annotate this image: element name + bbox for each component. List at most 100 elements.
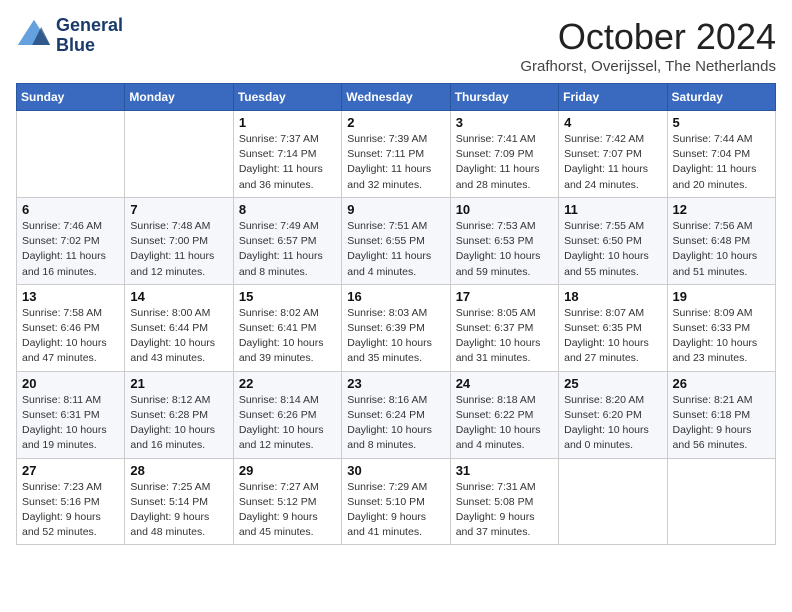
day-number: 12	[673, 202, 770, 217]
day-info: Sunrise: 8:05 AMSunset: 6:37 PMDaylight:…	[456, 306, 553, 367]
logo-icon	[16, 18, 52, 54]
day-number: 18	[564, 289, 661, 304]
day-cell: 1Sunrise: 7:37 AMSunset: 7:14 PMDaylight…	[233, 111, 341, 198]
day-info: Sunrise: 7:53 AMSunset: 6:53 PMDaylight:…	[456, 219, 553, 280]
day-info: Sunrise: 8:14 AMSunset: 6:26 PMDaylight:…	[239, 393, 336, 454]
day-cell: 27 Sunrise: 7:23 AMSunset: 5:16 PMDayligh…	[17, 458, 125, 545]
day-cell: 18 Sunrise: 8:07 AMSunset: 6:35 PMDayligh…	[559, 284, 667, 371]
header-cell-friday: Friday	[559, 84, 667, 111]
calendar-body: 1Sunrise: 7:37 AMSunset: 7:14 PMDaylight…	[17, 111, 776, 545]
day-info: Sunrise: 7:48 AMSunset: 7:00 PMDaylight:…	[130, 219, 227, 280]
day-info: Sunrise: 8:21 AMSunset: 6:18 PMDaylight:…	[673, 393, 770, 454]
day-cell: 24 Sunrise: 8:18 AMSunset: 6:22 PMDayligh…	[450, 371, 558, 458]
day-cell: 4Sunrise: 7:42 AMSunset: 7:07 PMDaylight…	[559, 111, 667, 198]
day-number: 3	[456, 115, 553, 130]
title-block: October 2024 Grafhorst, Overijssel, The …	[520, 16, 776, 75]
day-info: Sunrise: 8:00 AMSunset: 6:44 PMDaylight:…	[130, 306, 227, 367]
day-info: Sunrise: 7:31 AMSunset: 5:08 PMDaylight:…	[456, 480, 553, 541]
header-cell-wednesday: Wednesday	[342, 84, 450, 111]
day-cell: 14 Sunrise: 8:00 AMSunset: 6:44 PMDayligh…	[125, 284, 233, 371]
day-info: Sunrise: 7:27 AMSunset: 5:12 PMDaylight:…	[239, 480, 336, 541]
day-cell: 17Sunrise: 8:05 AMSunset: 6:37 PMDayligh…	[450, 284, 558, 371]
day-cell: 5 Sunrise: 7:44 AMSunset: 7:04 PMDaylight…	[667, 111, 775, 198]
week-row-5: 27 Sunrise: 7:23 AMSunset: 5:16 PMDayligh…	[17, 458, 776, 545]
day-number: 30	[347, 463, 444, 478]
day-cell: 10 Sunrise: 7:53 AMSunset: 6:53 PMDayligh…	[450, 197, 558, 284]
day-info: Sunrise: 7:25 AMSunset: 5:14 PMDaylight:…	[130, 480, 227, 541]
day-info: Sunrise: 7:37 AMSunset: 7:14 PMDaylight:…	[239, 132, 336, 193]
day-cell: 29 Sunrise: 7:27 AMSunset: 5:12 PMDayligh…	[233, 458, 341, 545]
day-cell	[559, 458, 667, 545]
day-cell: 16 Sunrise: 8:03 AMSunset: 6:39 PMDayligh…	[342, 284, 450, 371]
location: Grafhorst, Overijssel, The Netherlands	[520, 58, 776, 75]
day-number: 25	[564, 376, 661, 391]
day-info: Sunrise: 8:18 AMSunset: 6:22 PMDaylight:…	[456, 393, 553, 454]
day-number: 16	[347, 289, 444, 304]
week-row-2: 6 Sunrise: 7:46 AMSunset: 7:02 PMDaylight…	[17, 197, 776, 284]
day-info: Sunrise: 7:41 AMSunset: 7:09 PMDaylight:…	[456, 132, 553, 193]
day-number: 8	[239, 202, 336, 217]
day-number: 6	[22, 202, 119, 217]
day-info: Sunrise: 8:09 AMSunset: 6:33 PMDaylight:…	[673, 306, 770, 367]
day-info: Sunrise: 8:07 AMSunset: 6:35 PMDaylight:…	[564, 306, 661, 367]
day-number: 21	[130, 376, 227, 391]
day-cell: 21 Sunrise: 8:12 AMSunset: 6:28 PMDayligh…	[125, 371, 233, 458]
day-cell: 19 Sunrise: 8:09 AMSunset: 6:33 PMDayligh…	[667, 284, 775, 371]
week-row-1: 1Sunrise: 7:37 AMSunset: 7:14 PMDaylight…	[17, 111, 776, 198]
day-number: 27	[22, 463, 119, 478]
day-number: 19	[673, 289, 770, 304]
day-info: Sunrise: 8:20 AMSunset: 6:20 PMDaylight:…	[564, 393, 661, 454]
day-info: Sunrise: 7:23 AMSunset: 5:16 PMDaylight:…	[22, 480, 119, 541]
logo-line1: General	[56, 16, 123, 36]
day-cell: 2 Sunrise: 7:39 AMSunset: 7:11 PMDaylight…	[342, 111, 450, 198]
day-info: Sunrise: 7:49 AMSunset: 6:57 PMDaylight:…	[239, 219, 336, 280]
day-info: Sunrise: 7:46 AMSunset: 7:02 PMDaylight:…	[22, 219, 119, 280]
day-cell: 28 Sunrise: 7:25 AMSunset: 5:14 PMDayligh…	[125, 458, 233, 545]
header-cell-thursday: Thursday	[450, 84, 558, 111]
day-info: Sunrise: 7:29 AMSunset: 5:10 PMDaylight:…	[347, 480, 444, 541]
day-number: 9	[347, 202, 444, 217]
day-number: 14	[130, 289, 227, 304]
day-number: 13	[22, 289, 119, 304]
week-row-4: 20Sunrise: 8:11 AMSunset: 6:31 PMDayligh…	[17, 371, 776, 458]
week-row-3: 13Sunrise: 7:58 AMSunset: 6:46 PMDayligh…	[17, 284, 776, 371]
day-number: 5	[673, 115, 770, 130]
day-number: 2	[347, 115, 444, 130]
day-cell: 20Sunrise: 8:11 AMSunset: 6:31 PMDayligh…	[17, 371, 125, 458]
logo-text: General Blue	[56, 16, 123, 56]
day-number: 11	[564, 202, 661, 217]
calendar-table: SundayMondayTuesdayWednesdayThursdayFrid…	[16, 83, 776, 545]
day-number: 10	[456, 202, 553, 217]
day-cell: 12Sunrise: 7:56 AMSunset: 6:48 PMDayligh…	[667, 197, 775, 284]
day-cell	[17, 111, 125, 198]
day-number: 7	[130, 202, 227, 217]
day-info: Sunrise: 7:44 AMSunset: 7:04 PMDaylight:…	[673, 132, 770, 193]
logo: General Blue	[16, 16, 123, 56]
day-cell: 31Sunrise: 7:31 AMSunset: 5:08 PMDayligh…	[450, 458, 558, 545]
day-number: 15	[239, 289, 336, 304]
day-info: Sunrise: 7:55 AMSunset: 6:50 PMDaylight:…	[564, 219, 661, 280]
logo-line2: Blue	[56, 36, 123, 56]
day-info: Sunrise: 7:39 AMSunset: 7:11 PMDaylight:…	[347, 132, 444, 193]
day-cell: 6 Sunrise: 7:46 AMSunset: 7:02 PMDaylight…	[17, 197, 125, 284]
day-info: Sunrise: 8:03 AMSunset: 6:39 PMDaylight:…	[347, 306, 444, 367]
day-cell: 8 Sunrise: 7:49 AMSunset: 6:57 PMDaylight…	[233, 197, 341, 284]
day-cell: 11 Sunrise: 7:55 AMSunset: 6:50 PMDayligh…	[559, 197, 667, 284]
day-cell	[667, 458, 775, 545]
calendar-header: SundayMondayTuesdayWednesdayThursdayFrid…	[17, 84, 776, 111]
day-cell: 22Sunrise: 8:14 AMSunset: 6:26 PMDayligh…	[233, 371, 341, 458]
day-number: 29	[239, 463, 336, 478]
header-cell-monday: Monday	[125, 84, 233, 111]
day-cell	[125, 111, 233, 198]
day-cell: 15Sunrise: 8:02 AMSunset: 6:41 PMDayligh…	[233, 284, 341, 371]
day-cell: 13Sunrise: 7:58 AMSunset: 6:46 PMDayligh…	[17, 284, 125, 371]
day-number: 24	[456, 376, 553, 391]
day-number: 23	[347, 376, 444, 391]
day-number: 28	[130, 463, 227, 478]
day-number: 20	[22, 376, 119, 391]
day-info: Sunrise: 7:42 AMSunset: 7:07 PMDaylight:…	[564, 132, 661, 193]
day-cell: 30 Sunrise: 7:29 AMSunset: 5:10 PMDayligh…	[342, 458, 450, 545]
day-info: Sunrise: 8:12 AMSunset: 6:28 PMDaylight:…	[130, 393, 227, 454]
header-cell-sunday: Sunday	[17, 84, 125, 111]
header-row: SundayMondayTuesdayWednesdayThursdayFrid…	[17, 84, 776, 111]
